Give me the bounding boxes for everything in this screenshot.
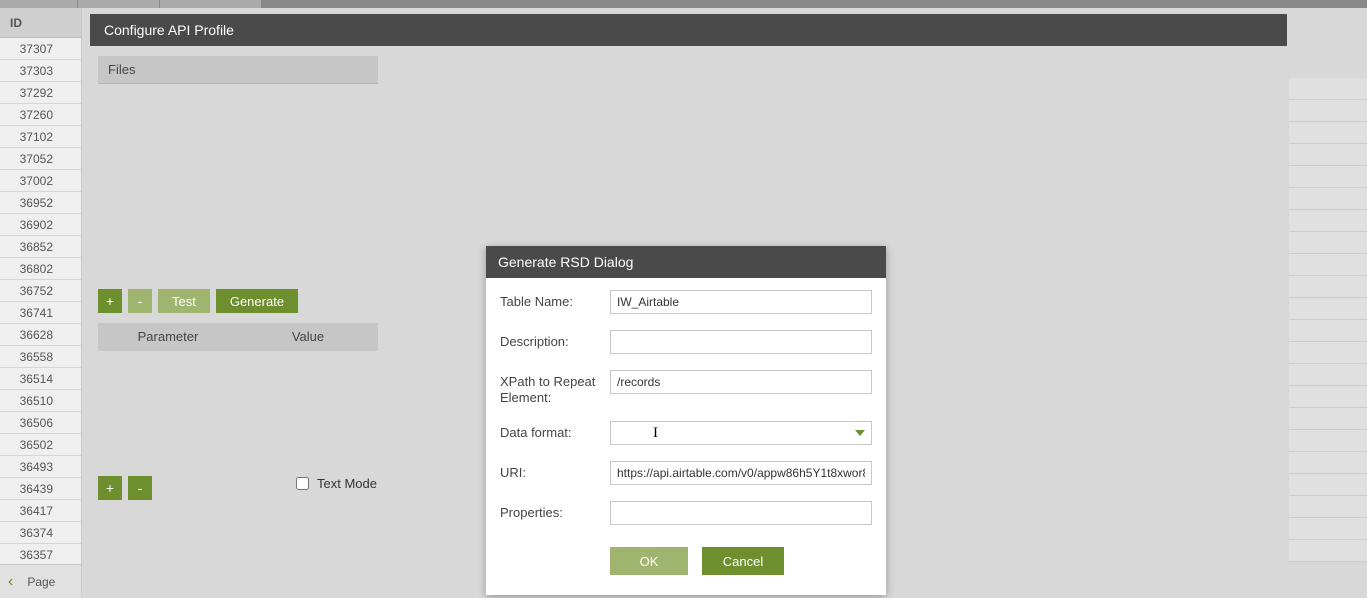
page-label: Page bbox=[27, 575, 55, 589]
cancel-button[interactable]: Cancel bbox=[702, 547, 784, 575]
id-row[interactable]: 36628 bbox=[0, 324, 81, 346]
id-row[interactable]: 36493 bbox=[0, 456, 81, 478]
text-mode-label: Text Mode bbox=[317, 476, 377, 491]
id-row[interactable]: 36952 bbox=[0, 192, 81, 214]
chevron-down-icon bbox=[855, 430, 865, 436]
id-row[interactable]: 36852 bbox=[0, 236, 81, 258]
generate-rsd-dialog: Generate RSD Dialog Table Name: Descript… bbox=[486, 246, 886, 595]
panel-title: Configure API Profile bbox=[90, 14, 1287, 46]
files-box[interactable]: Files bbox=[98, 56, 378, 84]
value-col-header: Value bbox=[238, 323, 378, 351]
id-row[interactable]: 36502 bbox=[0, 434, 81, 456]
remove-button[interactable]: - bbox=[128, 289, 152, 313]
add-param-button[interactable]: + bbox=[98, 476, 122, 500]
id-row[interactable]: 37292 bbox=[0, 82, 81, 104]
id-row[interactable]: 36417 bbox=[0, 500, 81, 522]
id-row[interactable]: 37307 bbox=[0, 38, 81, 60]
text-mode-wrap: Text Mode bbox=[296, 476, 377, 491]
id-row[interactable]: 36514 bbox=[0, 368, 81, 390]
remove-param-button[interactable]: - bbox=[128, 476, 152, 500]
lower-toolbar: + - bbox=[98, 476, 152, 500]
id-row[interactable]: 36558 bbox=[0, 346, 81, 368]
id-column-header: ID bbox=[0, 8, 81, 38]
id-row[interactable]: 36510 bbox=[0, 390, 81, 412]
param-col-header: Parameter bbox=[98, 323, 238, 351]
top-tab-bar bbox=[0, 0, 1367, 8]
text-mode-checkbox[interactable] bbox=[296, 477, 309, 490]
input-properties[interactable] bbox=[610, 501, 872, 525]
id-row[interactable]: 36752 bbox=[0, 280, 81, 302]
id-list: 3730737303372923726037102370523700236952… bbox=[0, 38, 81, 564]
id-row[interactable]: 36439 bbox=[0, 478, 81, 500]
prev-page-icon[interactable]: ‹ bbox=[8, 573, 13, 591]
label-table-name: Table Name: bbox=[500, 290, 610, 310]
id-row[interactable]: 37002 bbox=[0, 170, 81, 192]
id-row[interactable]: 37102 bbox=[0, 126, 81, 148]
id-row[interactable]: 37303 bbox=[0, 60, 81, 82]
id-row[interactable]: 36357 bbox=[0, 544, 81, 564]
id-row[interactable]: 36902 bbox=[0, 214, 81, 236]
text-cursor-icon: I bbox=[653, 425, 658, 442]
input-xpath[interactable] bbox=[610, 370, 872, 394]
id-row[interactable]: 36802 bbox=[0, 258, 81, 280]
label-properties: Properties: bbox=[500, 501, 610, 521]
label-uri: URI: bbox=[500, 461, 610, 481]
label-description: Description: bbox=[500, 330, 610, 350]
input-table-name[interactable] bbox=[610, 290, 872, 314]
id-column: ID 3730737303372923726037102370523700236… bbox=[0, 8, 82, 598]
dialog-title: Generate RSD Dialog bbox=[486, 246, 886, 278]
id-row[interactable]: 37052 bbox=[0, 148, 81, 170]
label-data-format: Data format: bbox=[500, 421, 610, 441]
pager: ‹ Page bbox=[0, 564, 81, 598]
parameter-table-header: Parameter Value bbox=[98, 323, 378, 351]
add-button[interactable]: + bbox=[98, 289, 122, 313]
id-row[interactable]: 36374 bbox=[0, 522, 81, 544]
input-description[interactable] bbox=[610, 330, 872, 354]
ok-button[interactable]: OK bbox=[610, 547, 688, 575]
label-xpath: XPath to Repeat Element: bbox=[500, 370, 610, 405]
id-row[interactable]: 36741 bbox=[0, 302, 81, 324]
generate-button[interactable]: Generate bbox=[216, 289, 298, 313]
test-button[interactable]: Test bbox=[158, 289, 210, 313]
id-row[interactable]: 37260 bbox=[0, 104, 81, 126]
select-data-format[interactable]: I bbox=[610, 421, 872, 445]
right-gutter bbox=[1289, 78, 1367, 598]
id-row[interactable]: 36506 bbox=[0, 412, 81, 434]
input-uri[interactable] bbox=[610, 461, 872, 485]
